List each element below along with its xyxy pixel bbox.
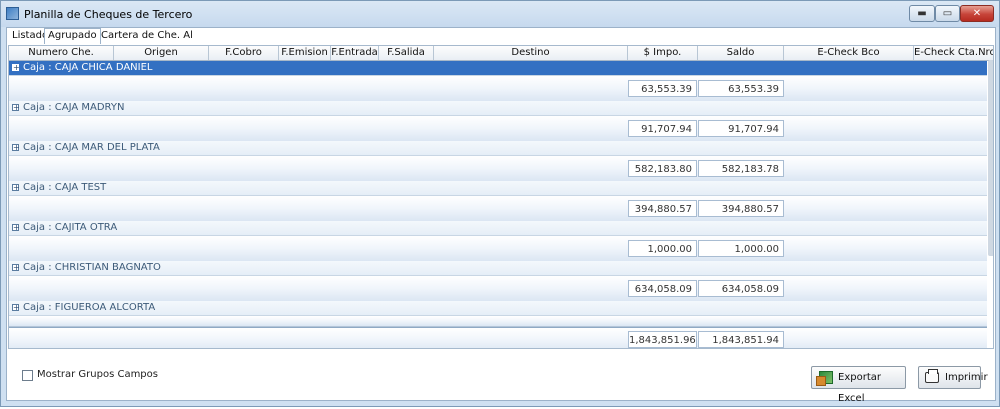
saldo-total: 63,553.39 <box>698 80 784 97</box>
group-row[interactable]: + Caja : CAJA CHICA DANIEL <box>9 61 987 76</box>
window-title: Planilla de Cheques de Tercero <box>24 8 193 21</box>
footer-bar: Mostrar Grupos Campos Exportar Excel Imp… <box>8 350 994 404</box>
export-excel-button[interactable]: Exportar Excel <box>811 366 906 404</box>
group-label: Caja : CAJA CHICA DANIEL <box>23 62 153 73</box>
column-header-numero[interactable]: Numero Che. <box>9 46 114 60</box>
column-header-saldo[interactable]: Saldo <box>698 46 784 60</box>
saldo-total: 91,707.94 <box>698 120 784 137</box>
group-label: Caja : CHRISTIAN BAGNATO <box>23 262 161 273</box>
group-label: Caja : CAJA TEST <box>23 182 107 193</box>
expand-icon[interactable]: + <box>12 304 20 312</box>
mostrar-grupos-checkbox[interactable] <box>22 370 33 381</box>
expand-icon[interactable]: + <box>12 184 20 192</box>
expand-icon[interactable]: + <box>12 264 20 272</box>
maximize-button[interactable]: ▭ <box>935 5 960 22</box>
group-summary-row: 394,880.57 394,880.57 <box>9 196 987 222</box>
group-row[interactable]: + Caja : CAJITA OTRA <box>9 221 987 236</box>
expand-icon[interactable]: + <box>12 144 20 152</box>
expand-icon[interactable]: + <box>12 224 20 232</box>
group-summary-row: 582,183.80 582,183.78 <box>9 156 987 182</box>
app-icon <box>6 7 19 20</box>
group-row[interactable]: + Caja : CAJA MADRYN <box>9 101 987 116</box>
column-header-fentrada[interactable]: F.Entrada <box>331 46 379 60</box>
group-row[interactable]: + Caja : FIGUEROA ALCORTA <box>9 301 987 316</box>
impo-grand-total: 1,843,851.96 <box>628 331 697 348</box>
group-row[interactable]: + Caja : CAJA TEST <box>9 181 987 196</box>
impo-total: 394,880.57 <box>628 200 697 217</box>
printer-icon <box>925 369 939 383</box>
mostrar-grupos-label[interactable]: Mostrar Grupos Campos <box>37 369 158 380</box>
tab-agrupado[interactable]: Agrupado <box>44 28 101 44</box>
column-header-echeck-cta[interactable]: E-Check Cta.Nro <box>914 46 993 60</box>
app-window: Planilla de Cheques de Tercero ▬ ▭ ✕ Lis… <box>0 0 1000 407</box>
column-header-fsalida[interactable]: F.Salida <box>379 46 434 60</box>
group-summary-row: 1,000.00 1,000.00 <box>9 236 987 262</box>
group-label: Caja : CAJA MAR DEL PLATA <box>23 142 160 153</box>
export-excel-label: Exportar Excel <box>838 372 881 404</box>
group-label: Caja : FIGUEROA ALCORTA <box>23 302 156 313</box>
group-summary-row: 63,553.39 63,553.39 <box>9 76 987 102</box>
close-button[interactable]: ✕ <box>960 5 994 22</box>
group-row[interactable]: + Caja : CAJA MAR DEL PLATA <box>9 141 987 156</box>
tab-strip: Listado Agrupado Cartera de Che. Al <box>7 28 995 44</box>
group-summary-row: 91,707.94 91,707.94 <box>9 116 987 142</box>
saldo-total: 634,058.09 <box>698 280 784 297</box>
column-header-impo[interactable]: $ Impo. <box>628 46 698 60</box>
group-summary-row <box>9 316 987 327</box>
group-summary-row: 634,058.09 634,058.09 <box>9 276 987 302</box>
column-header-fcobro[interactable]: F.Cobro <box>209 46 279 60</box>
impo-total: 634,058.09 <box>628 280 697 297</box>
expand-icon[interactable]: + <box>12 104 20 112</box>
vertical-scrollbar[interactable] <box>988 60 993 256</box>
saldo-grand-total: 1,843,851.94 <box>698 331 784 348</box>
impo-total: 582,183.80 <box>628 160 697 177</box>
saldo-total: 1,000.00 <box>698 240 784 257</box>
group-label: Caja : CAJA MADRYN <box>23 102 125 113</box>
group-row[interactable]: + Caja : CHRISTIAN BAGNATO <box>9 261 987 276</box>
impo-total: 1,000.00 <box>628 240 697 257</box>
column-header-femision[interactable]: F.Emision <box>279 46 331 60</box>
impo-total: 63,553.39 <box>628 80 697 97</box>
client-area: Listado Agrupado Cartera de Che. Al Nume… <box>6 27 996 404</box>
grand-total-row: 1,843,851.96 1,843,851.94 <box>9 327 987 348</box>
column-header-origen[interactable]: Origen <box>114 46 209 60</box>
cheques-grid[interactable]: Numero Che. Origen F.Cobro F.Emision F.E… <box>8 45 994 349</box>
column-header-destino[interactable]: Destino <box>434 46 628 60</box>
excel-icon <box>816 371 833 386</box>
group-label: Caja : CAJITA OTRA <box>23 222 118 233</box>
column-header-echeck-bco[interactable]: E-Check Bco <box>784 46 914 60</box>
tab-cartera[interactable]: Cartera de Che. Al <box>98 29 196 43</box>
grid-header: Numero Che. Origen F.Cobro F.Emision F.E… <box>9 46 993 61</box>
print-label: Imprimir <box>945 372 988 383</box>
minimize-button[interactable]: ▬ <box>909 5 935 22</box>
print-button[interactable]: Imprimir <box>918 366 988 389</box>
expand-icon[interactable]: + <box>12 64 20 72</box>
title-bar: Planilla de Cheques de Tercero ▬ ▭ ✕ <box>1 1 999 27</box>
saldo-total: 394,880.57 <box>698 200 784 217</box>
saldo-total: 582,183.78 <box>698 160 784 177</box>
impo-total: 91,707.94 <box>628 120 697 137</box>
